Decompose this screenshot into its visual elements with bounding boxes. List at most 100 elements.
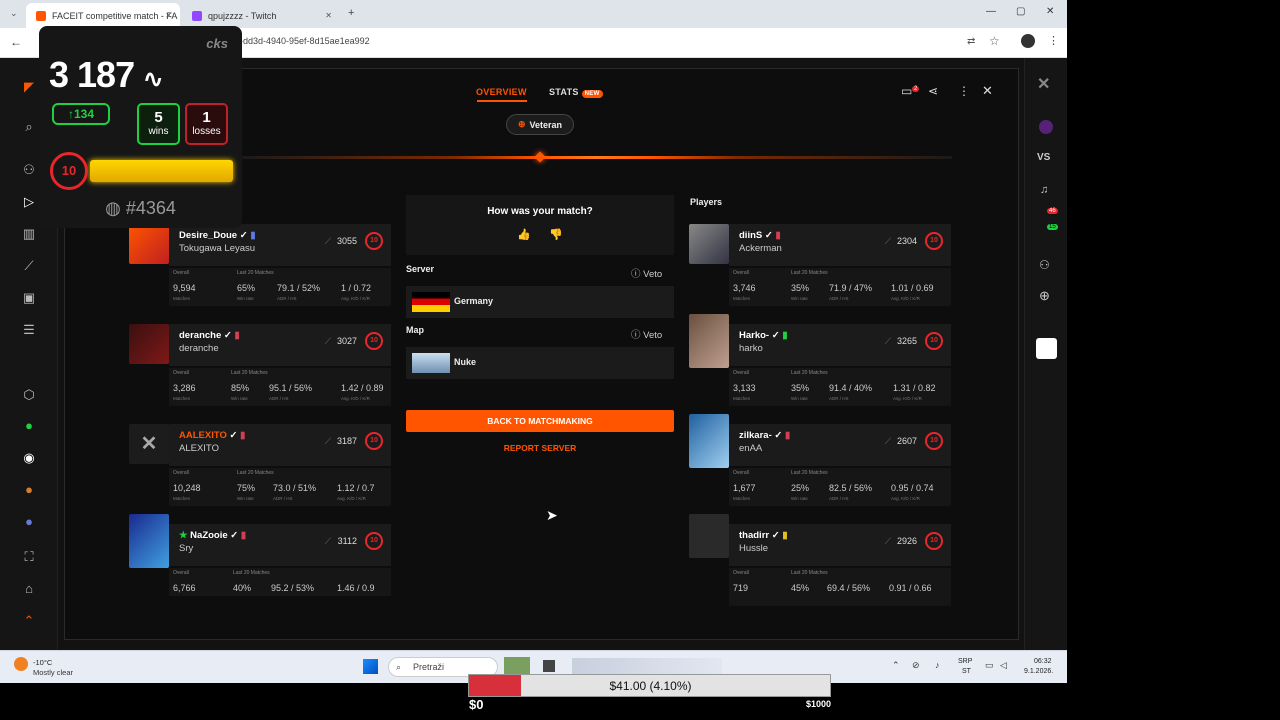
chat-icon[interactable]: ▭ [901,84,912,98]
versus-icon[interactable]: VS [1037,152,1050,163]
extension-icon[interactable] [1036,338,1057,359]
player-card[interactable]: thadirr ✓ ▮ Hussle ⟋ 2926 10 Overall Las… [689,514,951,610]
hub-icon[interactable]: ⬡ [20,386,38,404]
video-icon[interactable]: ▣ [20,289,38,307]
player-card[interactable]: Harko- ✓ ▮ harko ⟋ 3265 10 Overall Last … [689,314,951,410]
avatar[interactable] [129,514,169,568]
faceit-logo-icon[interactable]: ◤ [20,78,38,96]
kd-kr-label: Avg. K/D / K/R [891,296,920,301]
bell-icon[interactable]: ♫ [1040,184,1048,196]
search-icon: ⌕ [396,662,402,672]
weather-icon[interactable] [14,657,28,671]
shop-icon[interactable]: ⌂ [20,580,38,598]
player-name[interactable]: Harko- ✓ ▮ [739,330,788,341]
expand-icon[interactable]: ⛶ [20,548,38,566]
avatar[interactable] [129,224,169,264]
close-window-icon[interactable]: ✕ [1046,6,1054,17]
leaderboard-icon[interactable]: ▥ [20,225,38,243]
matches-label: Matches [733,296,751,301]
menu-dots-icon[interactable]: ⋮ [1048,34,1059,47]
profile-avatar[interactable] [1021,34,1035,48]
player-stats: Overall Last 20 Matches 3,133 35% 91.4 /… [729,368,951,406]
users-icon[interactable]: ⚇ [20,161,38,179]
tab-twitch[interactable]: qpujzzzz - Twitch ✕ [182,3,340,28]
player-name[interactable]: diinS ✓ ▮ [739,230,781,241]
stat-winrate: 65% [237,283,256,293]
tab-overview[interactable]: OVERVIEW [476,87,527,97]
player-name[interactable]: thadirr ✓ ▮ [739,530,788,541]
close-tab-icon[interactable]: ✕ [165,11,172,20]
player-card[interactable]: ★ NaZooie ✓ ▮ Sry ⟋ 3112 10 Overall Last… [129,514,391,600]
player-name[interactable]: deranche ✓ ▮ [179,330,240,341]
avatar[interactable] [689,224,729,264]
stat-matches: 9,594 [173,283,196,293]
player-name[interactable]: zilkara- ✓ ▮ [739,430,790,441]
adr-hs-label: ADR / HS [829,296,849,301]
faceit-favicon-icon [36,10,46,21]
party-avatar-icon[interactable] [1039,120,1053,134]
back-arrow-icon[interactable]: ← [10,35,22,49]
report-server-button[interactable]: REPORT SERVER [406,443,674,453]
club-icon[interactable]: ● [20,417,38,435]
list-icon[interactable]: ☰ [20,321,38,339]
player-card[interactable]: ✕ AALEXITO ✓ ▮ ALEXITO ⟋ 3187 10 Overall… [129,424,391,510]
player-card[interactable]: zilkara- ✓ ▮ enAA ⟋ 2607 10 Overall Last… [689,414,951,510]
tab-list-icon[interactable]: ⌄ [10,8,18,19]
friends-icon[interactable]: ⚇ [1039,258,1050,272]
new-tab-button[interactable]: + [348,7,354,19]
player-name[interactable]: Desire_Doue ✓ ▮ [179,230,256,241]
search-icon[interactable]: ⌕ [20,118,38,136]
display-icon[interactable]: ▭ [985,660,994,671]
team-icon[interactable]: ● [20,481,38,499]
avatar[interactable] [129,324,169,364]
player-name[interactable]: ★ NaZooie ✓ ▮ [179,530,246,541]
upgrade-icon[interactable]: ⌃ [20,612,38,630]
avatar[interactable] [689,414,729,468]
player-card[interactable]: diinS ✓ ▮ Ackerman ⟋ 2304 10 Overall Las… [689,224,951,310]
player-name[interactable]: AALEXITO ✓ ▮ [179,430,245,441]
map-veto[interactable]: ⓘ Veto [631,327,662,341]
thumbs-up-icon[interactable]: 👍 [517,228,531,241]
avatar[interactable] [689,514,729,558]
league-icon[interactable]: ● [20,513,38,531]
back-to-matchmaking-button[interactable]: BACK TO MATCHMAKING [406,410,674,432]
translate-icon[interactable]: ⇄ [967,36,975,47]
windows-start-icon[interactable] [363,659,378,674]
star-icon: ★ [179,530,188,541]
close-x-logo-icon[interactable]: ✕ [1037,74,1050,94]
maximize-icon[interactable]: ▢ [1016,6,1025,17]
server-veto[interactable]: ⓘ Veto [631,266,662,280]
tray-chevron-icon[interactable]: ⌃ [892,660,900,671]
elo-gain-badge: ↑134 [52,103,110,125]
tab-title: qpujzzzz - Twitch [208,10,277,21]
url-field[interactable]: 1e-dd3d-4940-95ef-8d15ae1ea992 [230,36,370,46]
more-options-icon[interactable]: ⋮ [958,84,970,98]
overall-label: Overall [733,270,749,276]
player-card[interactable]: deranche ✓ ▮ deranche ⟋ 3027 10 Overall … [129,324,391,410]
stats-icon[interactable]: ⟋ [20,257,38,275]
close-tab-icon[interactable]: ✕ [325,11,332,20]
minimize-icon[interactable]: — [986,6,996,17]
verified-icon: ✓ [771,530,780,541]
microphone-icon[interactable]: ♪ [935,660,940,670]
volume-icon[interactable]: ◁ [1000,660,1007,671]
info-icon: ⓘ [631,330,641,341]
tab-faceit[interactable]: FACEIT competitive match - FA ✕ [26,3,180,28]
star-icon[interactable]: ☆ [989,34,1000,48]
player-stats: Overall Last 20 Matches 9,594 65% 79.1 /… [169,268,391,306]
tab-stats[interactable]: STATS NEW [549,87,603,98]
network-icon[interactable]: ⊘ [912,660,920,671]
avatar[interactable]: ✕ [129,424,169,464]
player-card[interactable]: Desire_Doue ✓ ▮ Tokugawa Leyasu ⟋ 3055 1… [129,224,391,310]
share-icon[interactable]: ⋖ [928,84,938,98]
add-circle-icon[interactable]: ⊕ [1039,288,1050,304]
org-icon[interactable]: ◉ [20,449,38,467]
tray-language[interactable]: SRP [958,658,972,665]
play-icon[interactable]: ▷ [20,193,38,211]
pinned-app-icon[interactable] [543,660,555,672]
close-modal-icon[interactable]: ✕ [982,83,993,99]
veto-label: Veto [643,269,663,280]
avatar[interactable] [689,314,729,368]
player-name-text: thadirr [739,530,770,541]
thumbs-down-icon[interactable]: 👎 [549,228,563,241]
